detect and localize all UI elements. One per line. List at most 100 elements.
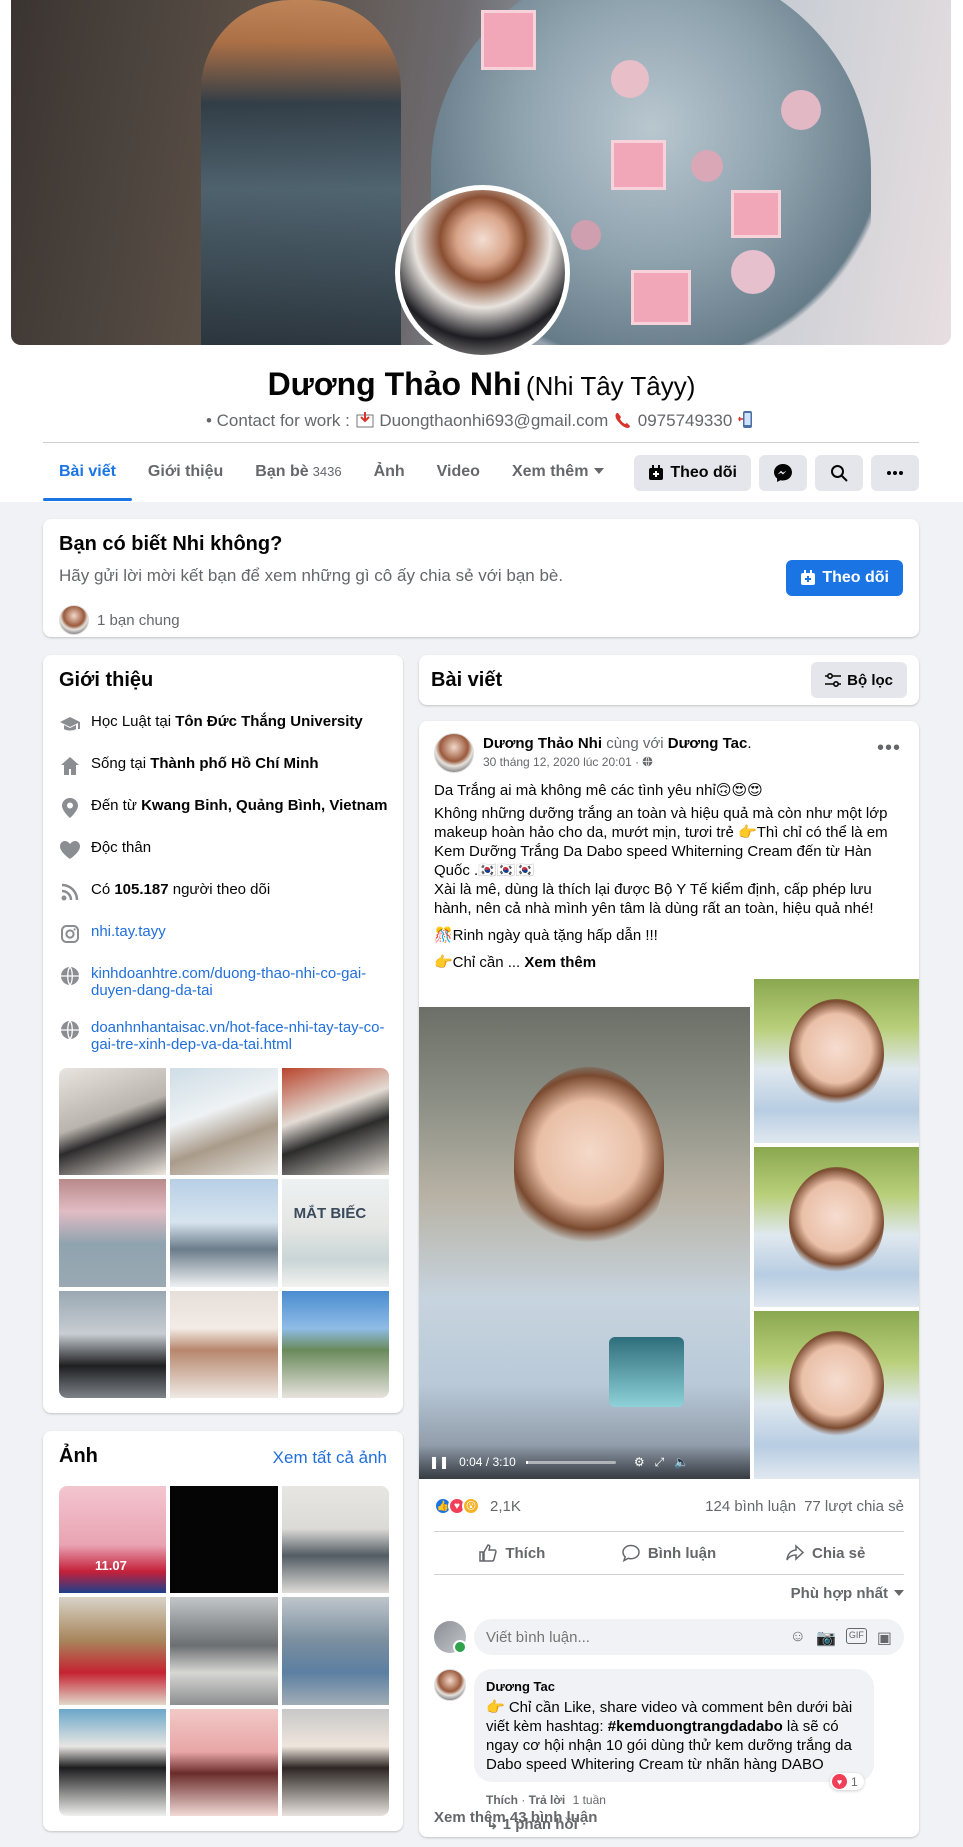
comment-button[interactable]: Bình luận [591,1532,748,1574]
volume-icon[interactable]: 🔈 [674,1455,689,1469]
profile-avatar[interactable] [395,185,570,360]
comment-like-link[interactable]: Thích [486,1793,518,1807]
sticker-icon[interactable]: ▣ [877,1628,892,1648]
tab-photos[interactable]: Ảnh [358,443,421,501]
search-button[interactable] [815,455,863,491]
post-author-avatar[interactable] [434,733,474,773]
intro-list: Học Luật tại Tôn Đức Thắng University Số… [59,707,389,1067]
photo-thumb[interactable]: 11.07 [59,1486,167,1594]
tab-videos[interactable]: Video [421,443,496,501]
photo-thumb[interactable] [59,1597,167,1705]
intro-lives-place: Thành phố Hồ Chí Minh [150,755,319,772]
featured-photo[interactable] [281,1290,389,1398]
profile-name-row: Dương Thảo Nhi (Nhi Tây Tâyy) [0,366,963,403]
see-all-photos-link[interactable]: Xem tất cả ảnh [273,1448,387,1468]
settings-icon[interactable]: ⚙ [634,1455,645,1469]
current-user-avatar[interactable] [434,1621,467,1654]
featured-photos: MẮT BIẾC [59,1068,389,1398]
tab-about[interactable]: Giới thiệu [132,443,239,501]
featured-photo[interactable] [59,1068,167,1176]
tab-more[interactable]: Xem thêm [496,443,620,501]
video-progress[interactable] [525,1460,616,1464]
featured-photo[interactable]: MẮT BIẾC [281,1179,389,1287]
see-more-link[interactable]: Xem thêm [524,954,596,971]
website-link-1[interactable]: kinhdoanhtre.com/duong-thao-nhi-co-gai-d… [91,965,389,999]
chevron-down-icon [594,468,605,474]
photo-thumb[interactable] [59,1708,167,1816]
photo-thumb[interactable] [170,1486,278,1594]
posts-header: Bài viết Bộ lọc [419,655,919,705]
more-comments-link[interactable]: Xem thêm 43 bình luận [434,1809,597,1826]
comment-author[interactable]: Dương Tac [486,1677,862,1696]
post-video[interactable]: ❚❚ 0:04 / 3:10 ⚙ ⤢ 🔈 [419,1007,750,1479]
comments-count[interactable]: 124 bình luận [705,1498,796,1515]
more-options-button[interactable] [871,455,919,491]
contact-email: Duongthaonhi693@gmail.com [379,411,609,430]
pause-icon[interactable]: ❚❚ [429,1455,449,1469]
comment-sort-label: Phù hợp nhất [790,1585,888,1602]
photo-overlay-text: MẮT BIẾC [293,1205,367,1223]
filter-label: Bộ lọc [847,671,893,689]
post-photo[interactable] [754,1147,919,1307]
featured-photo[interactable] [59,1179,167,1287]
featured-photo[interactable] [170,1290,278,1398]
comment-reaction[interactable]: ♥ 1 [830,1773,864,1790]
shares-count[interactable]: 77 lượt chia sẻ [804,1498,904,1515]
post-date[interactable]: 30 tháng 12, 2020 lúc 20:01 · [483,755,653,769]
mutual-friends[interactable]: 1 bạn chung [59,605,180,635]
intro-from: Đến từ Kwang Binh, Quảng Bình, Vietnam [59,791,389,833]
mutual-friends-label: 1 bạn chung [97,611,180,629]
reactions-count[interactable]: 2,1K [490,1498,521,1515]
comment-hashtag[interactable]: #kemduongtrangdadabo [608,1718,783,1735]
website-link-2[interactable]: doanhnhantaisac.vn/hot-face-nhi-tay-tay-… [91,1019,389,1053]
photo-thumb[interactable] [170,1597,278,1705]
featured-photo[interactable] [170,1068,278,1176]
post-stats: 👍 ♥ 😮 2,1K 124 bình luận 77 lượt chia sẻ [434,1491,904,1521]
instagram-link[interactable]: nhi.tay.tayy [91,923,166,940]
cover-gift [731,190,781,238]
intro-lives-text: Sống tại Thành phố Hồ Chí Minh [91,755,319,772]
featured-photo[interactable] [59,1290,167,1398]
emoji-icon[interactable]: ☺ [790,1628,806,1648]
comment-sort[interactable]: Phù hợp nhất [791,1585,904,1602]
reaction-icons[interactable]: 👍 ♥ 😮 [434,1497,480,1515]
phone-icon [615,413,631,428]
photo-thumb[interactable] [170,1708,278,1816]
gif-icon[interactable]: GIF [845,1628,867,1644]
know-title: Bạn có biết Nhi không? [59,533,283,555]
featured-photo[interactable] [170,1179,278,1287]
fullscreen-icon[interactable]: ⤢ [655,1455,665,1470]
tab-posts[interactable]: Bài viết [43,443,132,501]
photo-thumb[interactable] [281,1486,389,1594]
post-options-icon[interactable]: ••• [877,737,901,760]
photo-thumb[interactable] [281,1708,389,1816]
filter-button[interactable]: Bộ lọc [811,662,907,698]
post-tagged-name[interactable]: Dương Tac [668,735,748,752]
post-photo[interactable] [754,979,919,1143]
like-label: Thích [505,1544,546,1562]
comment-time[interactable]: 1 tuần [573,1793,606,1807]
comment-author-avatar[interactable] [434,1669,466,1701]
camera-icon[interactable]: 📷 [816,1628,836,1648]
share-button[interactable]: Chia sẻ [747,1532,904,1574]
intro-title: Giới thiệu [59,669,154,691]
intro-followers: Có 105.187 người theo dõi [59,875,389,917]
featured-photo[interactable] [281,1068,389,1176]
photo-thumb[interactable] [281,1597,389,1705]
like-button[interactable]: Thích [434,1532,591,1574]
post-author-name[interactable]: Dương Thảo Nhi [483,735,602,752]
intro-education: Học Luật tại Tôn Đức Thắng University [59,707,389,749]
tab-friends[interactable]: Bạn bè 3436 [239,443,357,501]
post-text-line: Không những dưỡng trắng an toàn và hiệu … [434,805,888,879]
comment-reply-link[interactable]: Trả lời [529,1793,566,1807]
post-photo[interactable] [754,1311,919,1479]
cover-gift [611,140,666,190]
profile-avatar-image [400,190,565,355]
posts-title: Bài viết [431,669,503,691]
chevron-down-icon [894,1590,904,1596]
follow-button[interactable]: Theo dõi [634,455,751,491]
messenger-button[interactable] [759,455,807,491]
video-controls: ❚❚ 0:04 / 3:10 ⚙ ⤢ 🔈 [419,1445,750,1479]
follow-button-blue[interactable]: Theo dõi [786,560,903,596]
intro-instagram: nhi.tay.tayy [59,917,389,959]
